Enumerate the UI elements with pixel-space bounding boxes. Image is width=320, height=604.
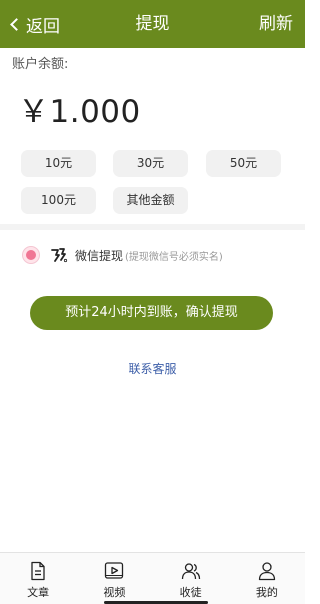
- back-label: 返回: [26, 16, 60, 37]
- contact-service-link[interactable]: 联系客服: [0, 360, 305, 377]
- tab-me[interactable]: 我的: [229, 553, 305, 604]
- confirm-withdraw-button[interactable]: 预计24小时内到账，确认提现: [30, 296, 273, 330]
- amount-option-50[interactable]: 50元: [206, 150, 281, 177]
- bottom-tab-bar: 文章 视频 收徒 我的: [0, 552, 305, 604]
- tab-me-label: 我的: [255, 586, 278, 599]
- amount-option-other[interactable]: 其他金额: [113, 187, 188, 214]
- document-icon: [31, 561, 45, 581]
- video-icon: [105, 562, 124, 579]
- wechat-withdraw-option[interactable]: 微信提现 (提现微信号必须实名): [22, 243, 223, 267]
- tab-apprentice[interactable]: 收徒: [153, 553, 229, 604]
- tab-videos[interactable]: 视频: [76, 553, 152, 604]
- wechat-withdraw-note: (提现微信号必须实名): [125, 251, 223, 263]
- back-button[interactable]: 返回: [8, 0, 60, 48]
- users-icon: [181, 563, 200, 580]
- tab-articles-label: 文章: [27, 586, 50, 599]
- amount-option-30[interactable]: 30元: [113, 150, 188, 177]
- user-icon: [258, 562, 276, 581]
- tab-apprentice-label: 收徒: [179, 586, 202, 599]
- section-divider: [0, 224, 305, 230]
- tab-articles[interactable]: 文章: [0, 553, 76, 604]
- amount-option-10[interactable]: 10元: [21, 150, 96, 177]
- balance-label: 账户余额:: [12, 57, 69, 72]
- radio-button[interactable]: [22, 246, 40, 264]
- chevron-left-icon: [10, 17, 23, 31]
- amount-option-100[interactable]: 100元: [21, 187, 96, 214]
- refresh-button[interactable]: 刷新: [259, 0, 293, 48]
- tab-videos-label: 视频: [103, 586, 126, 599]
- balance-amount: ￥1.000: [18, 94, 141, 130]
- top-bar: 返回 提现 刷新: [0, 0, 305, 48]
- wechat-icon: [51, 248, 68, 263]
- wechat-withdraw-label: 微信提现: [75, 248, 124, 263]
